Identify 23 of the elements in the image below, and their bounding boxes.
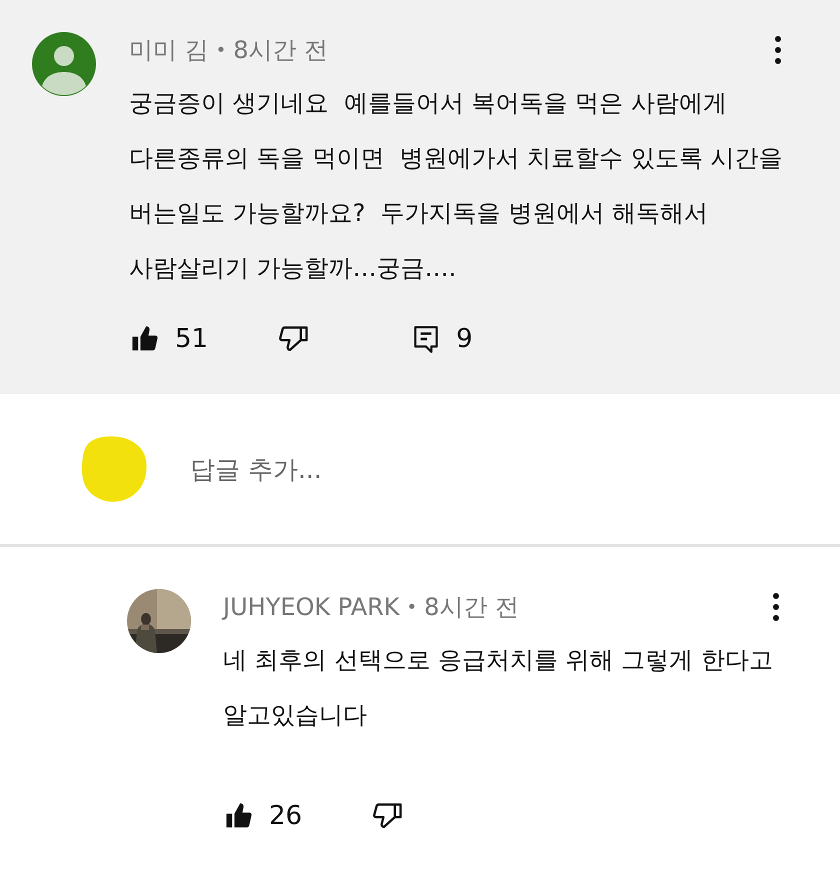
comment-text: 네 최후의 선택으로 응급처치를 위해 그렇게 한다고 <box>223 645 773 676</box>
like-button[interactable]: 26 <box>223 801 302 831</box>
more-options-icon[interactable] <box>772 592 780 622</box>
avatar[interactable] <box>32 32 96 96</box>
replies-button[interactable]: 9 <box>410 324 473 354</box>
thumbs-down-icon <box>278 324 310 354</box>
comment-text: 알고있습니다 <box>223 700 367 731</box>
dislike-button[interactable] <box>278 324 310 354</box>
separator-dot: • <box>216 40 226 60</box>
thumbs-down-icon <box>372 801 404 831</box>
author-name[interactable]: JUHYEOK PARK <box>223 593 400 621</box>
comment-text: 궁금증이 생기네요 예를들어서 복어독을 먹은 사람에게 <box>129 88 727 119</box>
comment-text: 사람살리기 가능할까…궁금…. <box>129 253 456 284</box>
timestamp: 8시간 전 <box>424 592 520 623</box>
dislike-button[interactable] <box>372 801 404 831</box>
author-name[interactable]: 미미 김 <box>129 34 209 66</box>
like-button[interactable]: 51 <box>129 324 208 354</box>
comment-text: 다른종류의 독을 먹이면 병원에가서 치료할수 있도록 시간을 <box>129 143 782 174</box>
comment-text: 버는일도 가능할까요? 두가지독을 병원에서 해독해서 <box>129 198 708 229</box>
separator-dot: • <box>406 596 418 618</box>
more-options-icon[interactable] <box>774 35 782 65</box>
reply-input-field[interactable]: 답글 추가... <box>190 450 590 488</box>
timestamp: 8시간 전 <box>233 35 328 66</box>
